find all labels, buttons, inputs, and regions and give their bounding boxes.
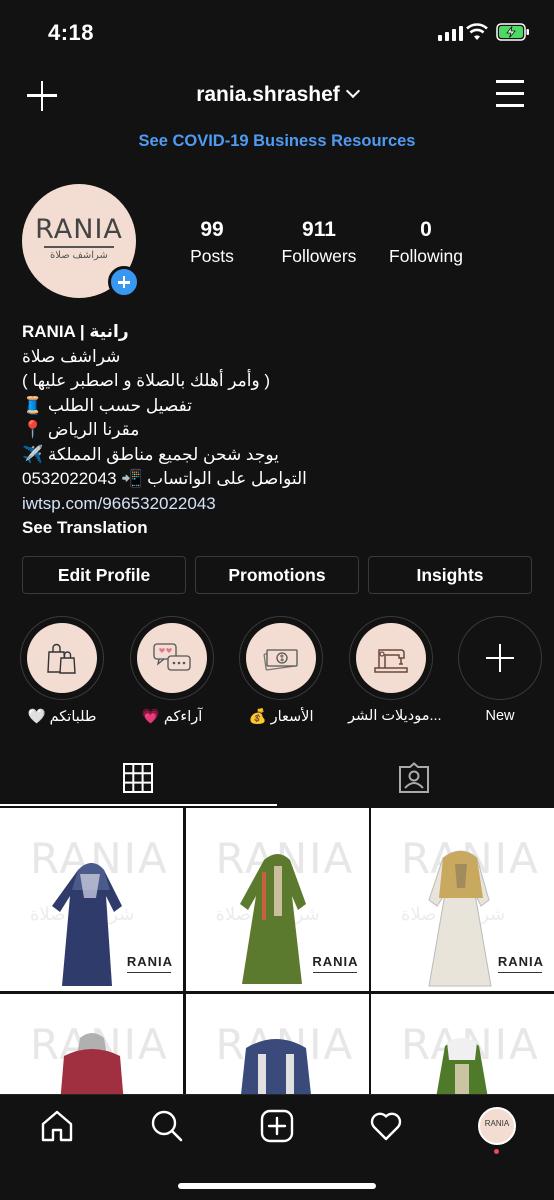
highlight-cover (137, 623, 207, 693)
avatar-logo-text: RANIA (35, 214, 123, 245)
search-icon[interactable] (150, 1109, 184, 1143)
bottom-nav: RANIA (0, 1094, 554, 1200)
home-icon[interactable] (40, 1109, 74, 1143)
heart-icon[interactable] (369, 1109, 403, 1143)
post-thumbnail[interactable]: RANIA (371, 993, 554, 1094)
stat-followers-count: 911 (302, 218, 336, 241)
highlight-orders[interactable]: 🤍 طلباتكم (19, 616, 105, 725)
bio-line: شراشف صلاة (22, 346, 121, 366)
profile-bio: RANIA | رانية شراشف صلاة ( وأمر أهلك بال… (22, 320, 532, 541)
brand-logo-line (127, 972, 171, 973)
highlight-cover (246, 623, 316, 693)
insights-button[interactable]: Insights (368, 556, 532, 594)
garment-image (60, 1032, 124, 1094)
nav-avatar-logo: RANIA (484, 1119, 510, 1128)
brand-logo: RANIA (497, 954, 544, 969)
covid-resources-link[interactable]: See COVID-19 Business Resources (0, 132, 554, 151)
brand-logo: RANIA (126, 954, 173, 969)
profile-tabs (0, 746, 554, 806)
stat-posts[interactable]: 99 Posts (162, 218, 262, 267)
money-icon (263, 649, 298, 671)
chat-bubbles-icon (153, 643, 191, 671)
post-thumbnail[interactable]: RANIA (0, 993, 183, 1094)
add-story-button[interactable] (108, 266, 140, 298)
bio-line: 📍 مقرنا الرياض (22, 420, 140, 439)
highlight-label: 💰 الأسعار (248, 709, 314, 725)
highlight-reviews[interactable]: 💗 آراءكم (129, 616, 215, 725)
avatar-logo-line (44, 246, 114, 248)
bio-line: ✈️ يوجد شحن لجميع مناطق المملكة (22, 444, 279, 464)
status-time: 4:18 (48, 20, 95, 45)
highlight-label: 🤍 طلباتكم (27, 709, 97, 725)
username-label: rania.shrashef (196, 83, 340, 106)
grid-icon[interactable] (122, 762, 154, 794)
brand-logo: RANIA (312, 954, 359, 969)
chevron-down-icon (345, 83, 360, 99)
highlight-label: New (485, 708, 515, 724)
battery-charging-icon (496, 23, 529, 41)
bio-line: 0532022043 📲 التواصل على الواتساب (22, 469, 307, 488)
highlight-label: 💗 آراءكم (141, 709, 203, 725)
highlight-ring (458, 616, 542, 700)
profile-tab-avatar[interactable]: RANIA (478, 1107, 516, 1145)
new-post-icon[interactable] (260, 1109, 294, 1143)
edit-profile-button[interactable]: Edit Profile (22, 556, 186, 594)
stat-posts-count: 99 (200, 218, 224, 241)
highlight-ring (130, 616, 214, 700)
highlight-cover (356, 623, 426, 693)
highlight-ring (20, 616, 104, 700)
account-switcher[interactable]: rania.shrashef (0, 83, 554, 107)
shopping-bags-icon (47, 643, 76, 674)
profile-name: RANIA | رانية (22, 322, 129, 341)
see-translation-link[interactable]: See Translation (22, 516, 532, 541)
post-thumbnail[interactable]: RANIA شراشف صلاة RANIA (0, 808, 183, 991)
wifi-icon (466, 23, 488, 40)
post-thumbnail[interactable]: RANIA شراشف صلاة RANIA (185, 808, 369, 991)
profile-header: rania.shrashef (0, 66, 554, 124)
highlight-label: موديلات الشر... (348, 708, 442, 724)
brand-logo-line (312, 972, 357, 973)
cellular-signal-icon (438, 25, 463, 41)
stat-followers-label: Followers (281, 246, 357, 266)
post-thumbnail[interactable]: RANIA شراشف صلاة RANIA (371, 808, 554, 991)
highlight-models[interactable]: موديلات الشر... (348, 616, 442, 724)
menu-button[interactable] (496, 80, 526, 108)
avatar-logo-subtitle: شراشف صلاة (50, 250, 108, 261)
bio-website-link[interactable]: iwtsp.com/966532022043 (22, 492, 532, 517)
tagged-photos-icon[interactable] (398, 762, 430, 794)
hamburger-icon (496, 80, 524, 83)
brand-logo-line (498, 972, 542, 973)
plus-icon (486, 644, 514, 672)
active-tab-indicator (0, 804, 277, 806)
garment-image (240, 1038, 311, 1094)
bio-line: 🧵 تفصيل حسب الطلب (22, 395, 192, 415)
bio-line: ( وأمر أهلك بالصلاة و اصطبر عليها ) (22, 371, 271, 390)
stat-following-label: Following (389, 246, 463, 266)
post-thumbnail[interactable]: RANIA (185, 993, 369, 1094)
highlight-ring (239, 616, 323, 700)
new-highlight-button[interactable]: New (457, 616, 543, 724)
status-bar: 4:18 (0, 0, 554, 66)
notification-dot (494, 1149, 499, 1154)
highlight-prices[interactable]: 💰 الأسعار (238, 616, 324, 725)
garment-image (436, 1037, 488, 1094)
home-indicator (178, 1183, 376, 1189)
sewing-machine-icon (374, 649, 408, 673)
stat-following[interactable]: 0 Following (376, 218, 476, 267)
stat-followers[interactable]: 911 Followers (269, 218, 369, 267)
highlight-cover (27, 623, 97, 693)
stat-following-count: 0 (420, 218, 432, 241)
posts-grid: RANIA شراشف صلاة RANIA RANIA شراشف صلاة … (0, 808, 554, 1094)
highlight-ring (349, 616, 433, 700)
promotions-button[interactable]: Promotions (195, 556, 359, 594)
stat-posts-label: Posts (190, 246, 234, 266)
